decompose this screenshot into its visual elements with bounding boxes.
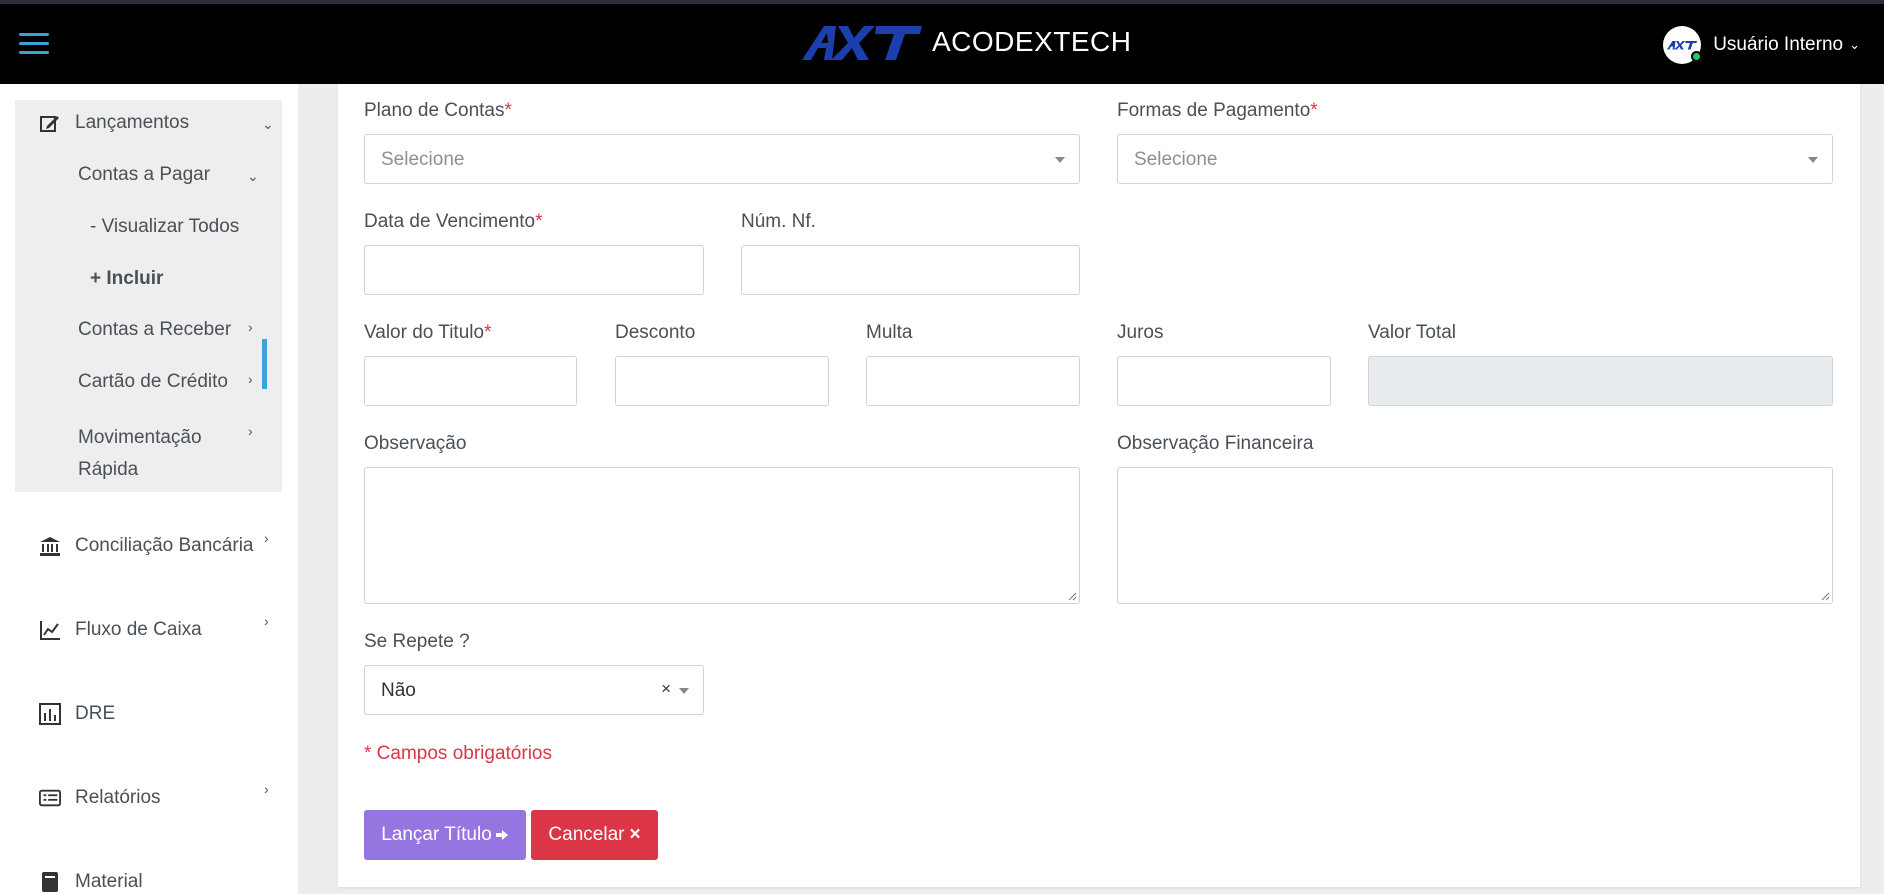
formas-pagamento-select[interactable]: Selecione [1117,134,1833,184]
plano-contas-label: Plano de Contas* [364,100,512,121]
chevron-down-icon: ⌄ [1849,37,1860,52]
resize-handle-icon[interactable] [1067,591,1077,601]
chevron-right-icon: › [264,781,269,797]
caret-down-icon [679,688,689,694]
num-nf-label: Núm. Nf. [741,211,816,232]
plano-contas-select[interactable]: Selecione [364,134,1080,184]
active-indicator [262,339,267,389]
observacao-textarea[interactable] [364,467,1080,604]
sidebar-item-label: DRE [75,703,116,724]
chevron-right-icon: › [248,371,253,387]
num-nf-input[interactable] [741,245,1080,295]
required-note: * Campos obrigatórios [364,743,552,764]
sidebar-item-contas-pagar[interactable]: Contas a Pagar [78,164,210,186]
sidebar-item-movimentacao-rapida[interactable]: Movimentação Rápida [78,422,202,486]
sidebar-item-label: Fluxo de Caixa [75,619,202,640]
sidebar-item-label: Lançamentos [75,112,190,133]
sidebar-item-lancamentos[interactable]: Lançamentos [39,112,189,134]
multa-label: Multa [866,322,913,343]
menu-toggle-icon[interactable] [19,33,49,55]
chevron-down-icon: ⌄ [262,116,274,132]
sidebar-item-label: Conciliação Bancária [75,535,254,556]
caret-down-icon [1808,157,1818,163]
sidebar-item-material[interactable]: Material [39,871,143,893]
lancamentos-group: Lançamentos ⌄ Contas a Pagar ⌄ - Visuali… [15,100,282,492]
desconto-label: Desconto [615,322,696,343]
sidebar-item-contas-receber[interactable]: Contas a Receber [78,319,231,341]
user-name: Usuário Interno [1713,34,1844,55]
user-menu[interactable]: Usuário Interno ⌄ [1663,26,1860,64]
edit-icon [39,112,61,134]
avatar [1663,26,1703,64]
juros-input[interactable] [1117,356,1331,406]
sidebar-item-label: Movimentação [78,427,202,448]
desconto-input[interactable] [615,356,829,406]
observacao-financeira-textarea[interactable] [1117,467,1833,604]
data-vencimento-label: Data de Vencimento* [364,211,543,232]
juros-label: Juros [1117,322,1164,343]
sidebar-item-fluxo-caixa[interactable]: Fluxo de Caixa [39,619,202,641]
chevron-right-icon: › [248,423,253,439]
sidebar-item-visualizar-todos[interactable]: - Visualizar Todos [90,216,239,238]
line-chart-icon [39,619,61,641]
valor-total-label: Valor Total [1368,322,1457,343]
report-icon [39,787,61,809]
valor-total-input [1368,356,1833,406]
lancar-titulo-button[interactable]: Lançar Título [364,810,526,860]
sidebar-item-dre[interactable]: DRE [39,703,115,725]
chevron-right-icon: › [264,613,269,629]
clear-icon[interactable]: × [661,679,671,699]
chevron-right-icon: › [264,530,269,546]
se-repete-label: Se Repete ? [364,631,470,652]
brand[interactable]: ACODEXTECH [802,22,1131,62]
avatar-logo-icon [1667,41,1698,50]
sidebar-item-label: Contas a Pagar [78,164,211,185]
multa-input[interactable] [866,356,1080,406]
brand-name: ACODEXTECH [932,26,1132,57]
top-navbar: ACODEXTECH Usuário Interno ⌄ [0,4,1884,84]
observacao-financeira-label: Observação Financeira [1117,433,1314,454]
cancelar-button[interactable]: Cancelar × [531,810,658,860]
bar-chart-icon [39,703,61,725]
chevron-right-icon: › [248,319,253,335]
formas-pagamento-label: Formas de Pagamento* [1117,100,1318,121]
close-icon: × [629,824,641,845]
arrow-right-icon [495,830,508,840]
caret-down-icon [1055,157,1065,163]
sidebar-item-label: Material [75,871,143,892]
sidebar-item-label: Contas a Receber [78,319,232,340]
sidebar-item-label: - Visualizar Todos [90,216,240,237]
resize-handle-icon[interactable] [1820,591,1830,601]
sidebar-item-cartao-credito[interactable]: Cartão de Crédito [78,371,228,393]
observacao-label: Observação [364,433,467,454]
sidebar: Lançamentos ⌄ Contas a Pagar ⌄ - Visuali… [0,84,298,894]
sidebar-item-label: Rápida [78,459,139,480]
valor-titulo-input[interactable] [364,356,577,406]
online-status-dot [1691,51,1703,62]
sidebar-item-label: Relatórios [75,787,161,808]
axt-logo-icon [802,26,922,60]
valor-titulo-label: Valor do Titulo* [364,322,492,343]
sidebar-item-conciliacao[interactable]: Conciliação Bancária [39,535,254,557]
chevron-down-icon: ⌄ [247,168,259,184]
bank-icon [39,535,61,557]
se-repete-select[interactable]: Não × [364,665,704,715]
book-icon [39,871,61,893]
form-card: Plano de Contas* Selecione Formas de Pag… [338,84,1860,887]
sidebar-item-label: + Incluir [90,268,164,289]
sidebar-item-label: Cartão de Crédito [78,371,228,392]
sidebar-item-relatorios[interactable]: Relatórios [39,787,161,809]
data-vencimento-input[interactable] [364,245,704,295]
sidebar-item-incluir[interactable]: + Incluir [90,268,163,290]
